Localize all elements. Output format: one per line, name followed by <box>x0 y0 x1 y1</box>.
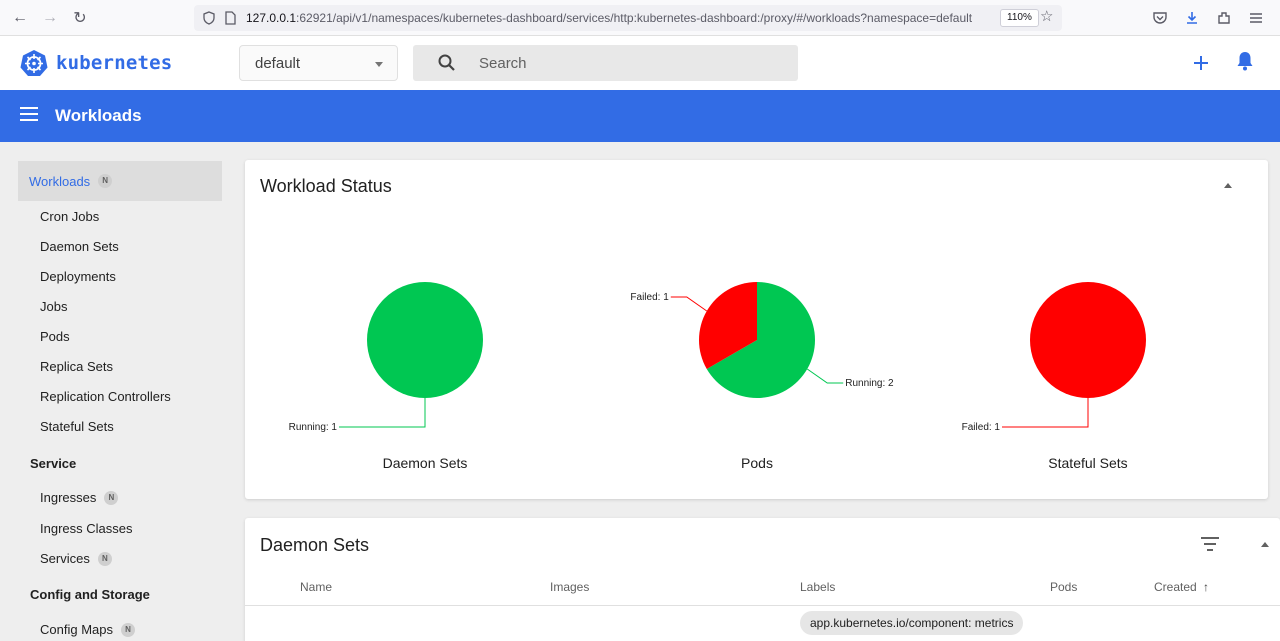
daemon-sets-card: Daemon Sets Name Images Labels Pods Crea… <box>245 518 1280 641</box>
sidebar-item-ingresses[interactable]: Ingresses N <box>40 490 119 505</box>
reload-icon[interactable]: ↻ <box>65 3 95 33</box>
namespaced-badge: N <box>104 490 119 505</box>
pie-data-label: Running: 2 <box>845 378 894 389</box>
bookmark-star-icon[interactable]: ☆ <box>1040 7 1053 25</box>
pie-slice-running <box>367 282 483 398</box>
plus-icon <box>1194 56 1208 70</box>
notifications-button[interactable] <box>1236 51 1260 75</box>
sidebar-item-label: Workloads <box>29 173 91 189</box>
sidebar-item-label: Ingresses <box>40 490 97 505</box>
browser-toolbar: ← → ↻ 127.0.0.1:62921/api/v1/namespaces/… <box>0 0 1280 36</box>
page-toolbar: Workloads <box>0 90 1280 142</box>
sidebar-item-label: Services <box>40 551 90 566</box>
download-icon[interactable] <box>1178 3 1206 33</box>
kubernetes-logo[interactable]: kubernetes <box>20 49 172 77</box>
sidebar-item-replica-sets[interactable]: Replica Sets <box>40 359 113 374</box>
create-resource-button[interactable] <box>1188 50 1214 76</box>
forward-icon[interactable]: → <box>35 3 65 33</box>
column-header-created[interactable]: Created ↑ <box>1154 580 1209 594</box>
label-chip: app.kubernetes.io/component: metrics <box>800 611 1024 635</box>
sidebar-item-pods[interactable]: Pods <box>40 329 70 344</box>
column-header-name[interactable]: Name <box>300 580 332 594</box>
pie-data-label: Failed: 1 <box>630 292 669 303</box>
back-icon[interactable]: ← <box>5 3 35 33</box>
sort-arrow-up-icon: ↑ <box>1203 580 1210 594</box>
kubernetes-helm-icon <box>20 50 48 76</box>
workload-status-card: Workload Status Running: 1 Running: 2 Fail… <box>245 160 1268 499</box>
pie-slice-failed <box>1030 282 1146 398</box>
pie-leader-line <box>806 368 844 384</box>
card-title: Daemon Sets <box>260 535 370 555</box>
filter-icon[interactable] <box>1200 537 1220 553</box>
hamburger-menu-icon[interactable] <box>20 107 38 125</box>
bell-icon <box>1237 52 1253 71</box>
logo-text: kubernetes <box>56 52 173 74</box>
extensions-icon[interactable] <box>1210 3 1238 33</box>
sidebar-item-stateful-sets[interactable]: Stateful Sets <box>40 419 114 434</box>
sidebar-item-config-maps[interactable]: Config Maps N <box>40 622 135 637</box>
pie-data-label: Failed: 1 <box>962 422 1001 433</box>
address-bar[interactable]: 127.0.0.1:62921/api/v1/namespaces/kubern… <box>194 5 1062 31</box>
pocket-icon[interactable] <box>1146 3 1174 33</box>
pie-leader-line <box>339 398 426 428</box>
column-header-pods: Pods <box>1050 580 1078 594</box>
collapse-icon[interactable] <box>1261 542 1269 547</box>
table-divider <box>245 605 1280 606</box>
sidebar-item-cron-jobs[interactable]: Cron Jobs <box>40 209 99 224</box>
chevron-down-icon <box>375 62 383 67</box>
namespaced-badge: N <box>120 622 135 637</box>
sidebar-item-deployments[interactable]: Deployments <box>40 269 116 284</box>
page-icon <box>225 11 236 25</box>
sidebar-item-label: Ingress Classes <box>40 521 133 536</box>
namespace-select[interactable]: default <box>239 45 398 81</box>
app-menu-icon[interactable] <box>1242 3 1270 33</box>
pie-leader-line <box>1002 398 1089 428</box>
sidebar-section-config-storage[interactable]: Config and Storage <box>30 587 150 602</box>
sidebar-item-ingress-classes[interactable]: Ingress Classes <box>40 521 132 536</box>
page-title: Workloads <box>55 106 142 125</box>
search-box[interactable] <box>413 45 798 81</box>
namespaced-badge: N <box>98 174 113 188</box>
url-path: :62921/api/v1/namespaces/kubernetes-dash… <box>296 11 973 25</box>
pie-data-label: Running: 1 <box>289 422 338 433</box>
sidebar: Workloads N Cron Jobs Daemon Sets Deploy… <box>0 142 232 641</box>
app-header: kubernetes default <box>0 36 1280 90</box>
sidebar-item-services[interactable]: Services N <box>40 551 112 566</box>
sidebar-item-workloads[interactable]: Workloads N <box>18 161 222 201</box>
pie-title-stateful-sets: Stateful Sets <box>1048 455 1128 471</box>
column-header-label: Created <box>1154 580 1197 594</box>
pie-title-daemon-sets: Daemon Sets <box>382 455 468 471</box>
column-header-labels: Labels <box>800 580 836 594</box>
zoom-level-badge[interactable]: 110% <box>1000 9 1039 27</box>
pie-title-pods: Pods <box>741 455 773 471</box>
sidebar-item-daemon-sets[interactable]: Daemon Sets <box>40 239 119 254</box>
namespace-value: default <box>255 54 301 72</box>
pie-leader-line <box>670 296 708 312</box>
search-input[interactable] <box>479 45 779 81</box>
namespaced-badge: N <box>97 551 112 566</box>
search-icon <box>438 54 455 71</box>
workload-status-pies: Running: 1 Running: 2 Failed: 1 Failed: 1 <box>289 282 1146 433</box>
sidebar-item-label: Config Maps <box>40 622 113 637</box>
sidebar-section-service[interactable]: Service <box>30 456 76 471</box>
column-header-images: Images <box>550 580 590 594</box>
sidebar-item-replication-controllers[interactable]: Replication Controllers <box>40 389 171 404</box>
url-host: 127.0.0.1 <box>246 11 297 25</box>
sidebar-item-jobs[interactable]: Jobs <box>40 299 67 314</box>
shield-icon <box>203 11 215 25</box>
